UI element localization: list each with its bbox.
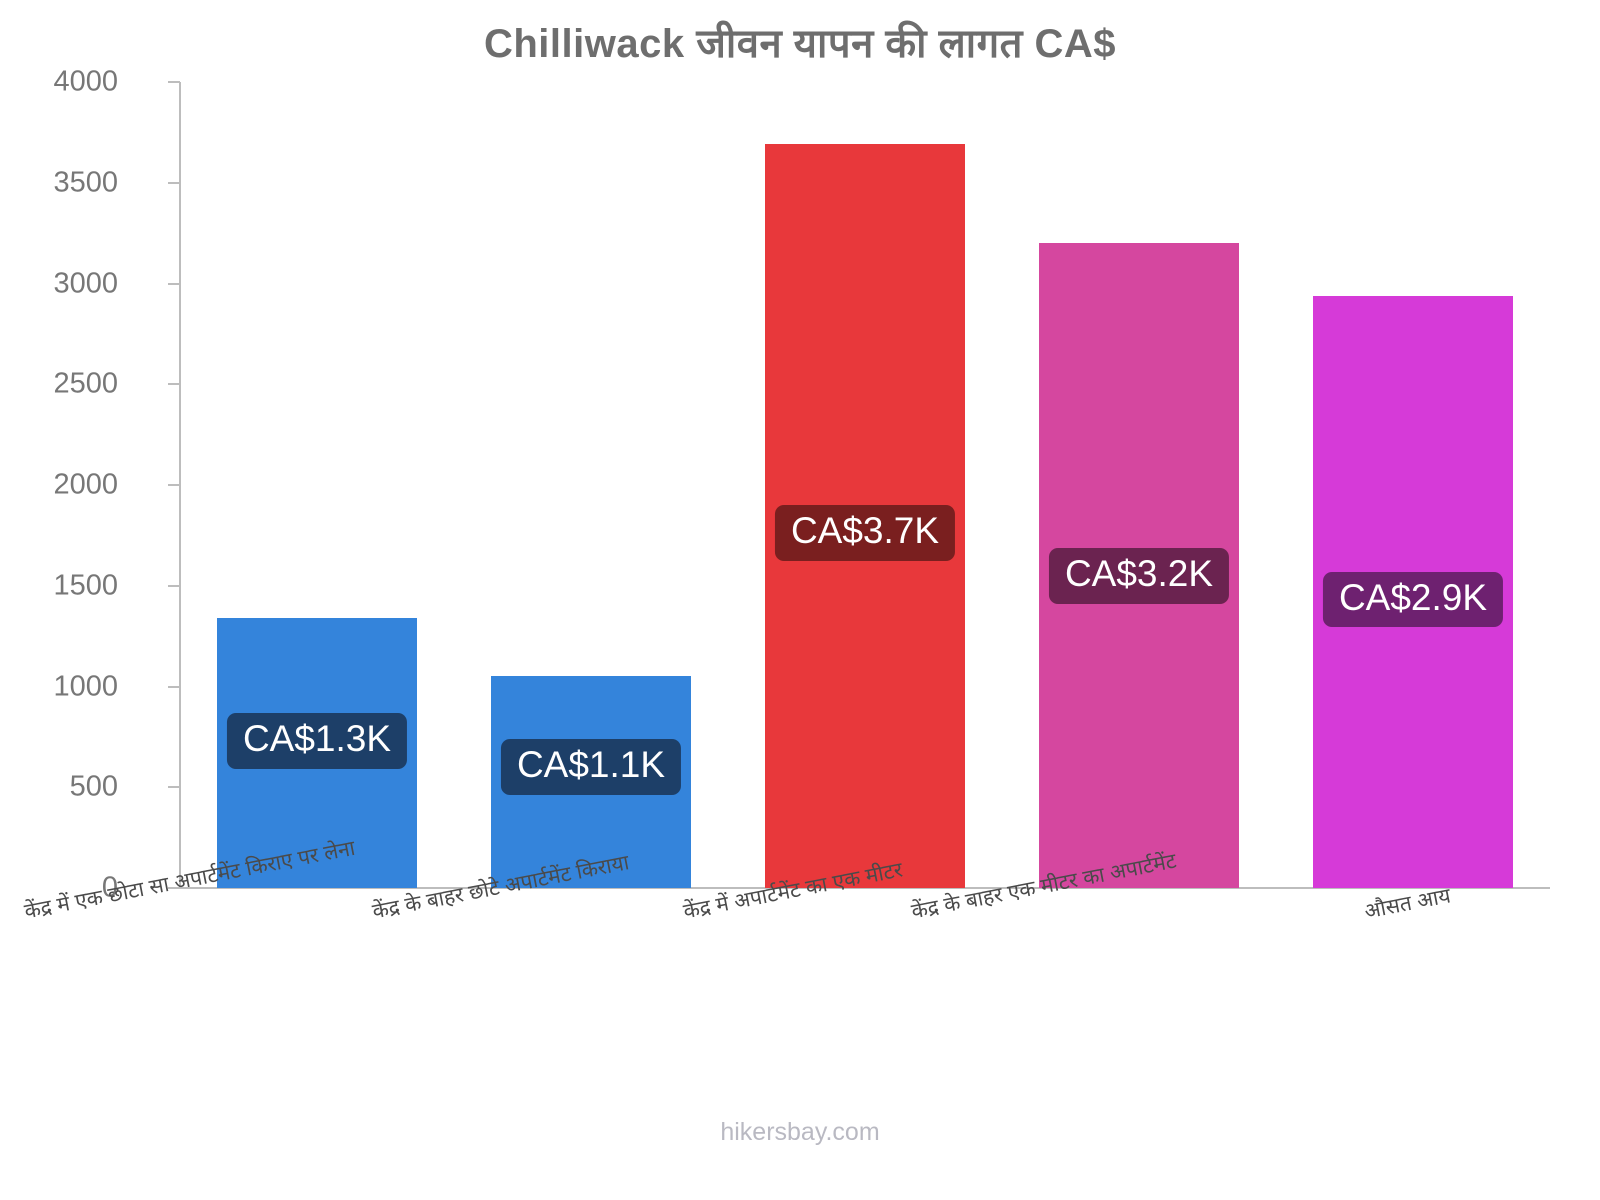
bar[interactable]: CA$3.7K	[765, 144, 965, 888]
y-axis-tick-label: 1000	[53, 670, 118, 702]
y-axis-tick-mark	[168, 282, 180, 285]
y-axis-tick-mark	[168, 685, 180, 688]
chart-page: Chilliwack जीवन यापन की लागत CA$ 4000 350…	[0, 0, 1600, 1200]
y-axis-tick-label: 1500	[53, 569, 118, 602]
y-axis-tick-mark	[168, 786, 180, 789]
y-axis-tick-label: 500	[69, 770, 118, 803]
bar[interactable]: CA$3.2K	[1039, 243, 1239, 888]
bar[interactable]: CA$2.9K	[1313, 295, 1513, 888]
bar-value-label: CA$1.3K	[226, 713, 408, 770]
y-axis-tick-label: 4000	[53, 65, 118, 98]
page-title: Chilliwack जीवन यापन की लागत CA$	[483, 22, 1117, 66]
bar-value-label: CA$3.7K	[774, 505, 956, 561]
y-axis-tick-mark	[168, 584, 180, 587]
y-axis-tick-mark	[168, 181, 180, 184]
y-axis-tick-label: 3000	[53, 267, 118, 299]
y-axis-tick-label: 2000	[53, 468, 118, 501]
bar-value-label: CA$3.2K	[1048, 548, 1230, 605]
y-axis-tick-mark	[168, 81, 180, 83]
y-axis-tick-label: 3500	[53, 166, 118, 199]
footer-credit: hikersbay.com	[720, 1118, 880, 1146]
y-axis-tick-mark	[168, 383, 180, 386]
bar-value-label: CA$1.1K	[500, 739, 682, 795]
plot-area: 4000 3500 3000 2500 2000 1500 1000 500 0 CA$1.3K…	[53, 66, 1550, 904]
y-axis-tick-label: 2500	[53, 367, 118, 400]
y-axis-tick-mark	[168, 484, 180, 486]
bar-value-label: CA$2.9K	[1322, 571, 1504, 628]
